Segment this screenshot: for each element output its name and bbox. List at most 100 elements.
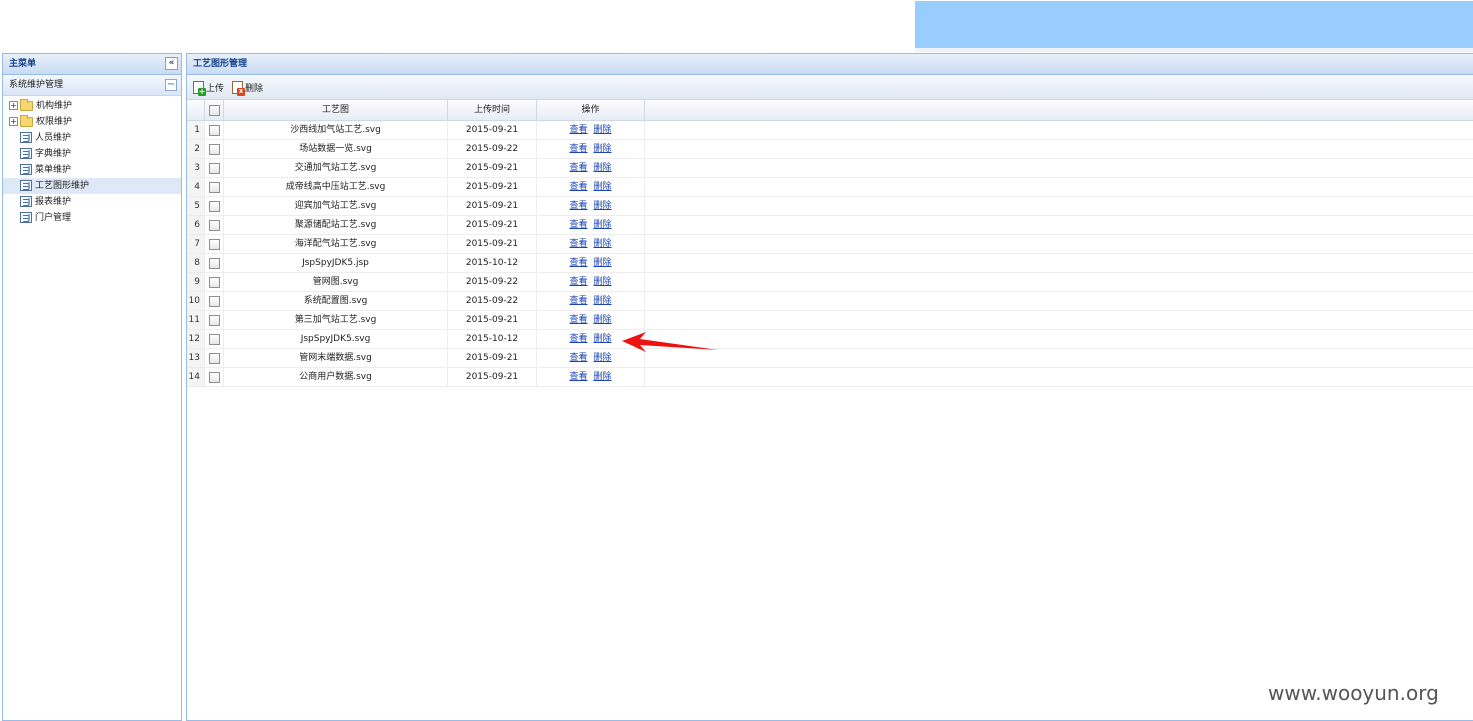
view-link[interactable]: 查看 — [569, 182, 587, 192]
view-link[interactable]: 查看 — [569, 277, 587, 287]
delete-link[interactable]: 删除 — [594, 258, 612, 268]
delete-link[interactable]: 删除 — [594, 163, 612, 173]
delete-link[interactable]: 删除 — [594, 125, 612, 135]
view-link[interactable]: 查看 — [569, 296, 587, 306]
tree-item[interactable]: 菜单维护 — [3, 162, 181, 178]
tree-item[interactable]: 字典维护 — [3, 146, 181, 162]
delete-link[interactable]: 删除 — [594, 144, 612, 154]
tree-item[interactable]: 门户管理 — [3, 210, 181, 226]
delete-link[interactable]: 删除 — [594, 182, 612, 192]
grid-body: 1 沙西线加气站工艺.svg 2015-09-21 查看 删除 2 场站数据一览.svg 20… — [187, 121, 1473, 387]
table-row[interactable]: 13 管网末端数据.svg 2015-09-21 查看 删除 — [187, 349, 1473, 368]
row-checkbox[interactable] — [208, 162, 220, 174]
upload-time-cell: 2015-09-21 — [448, 159, 537, 177]
process-graphics-panel: 工艺图形管理 上传 删除 工艺图 上传时间 操作 1沙西线加气站工艺.svg20… — [186, 53, 1473, 721]
table-row[interactable]: 12 JspSpyJDK5.svg 2015-10-12 查看 删除 — [187, 330, 1473, 349]
row-checkbox[interactable] — [208, 371, 220, 383]
tree-item[interactable]: 报表维护 — [3, 194, 181, 210]
upload-button[interactable]: 上传 — [193, 80, 224, 96]
row-checkbox[interactable] — [208, 276, 220, 288]
table-row[interactable]: 8 JspSpyJDK5.jsp 2015-10-12 查看 删除 — [187, 254, 1473, 273]
row-checkbox[interactable] — [208, 181, 220, 193]
table-row[interactable]: 2 场站数据一览.svg 2015-09-22 查看 删除 — [187, 140, 1473, 159]
column-header-name[interactable]: 工艺图 — [224, 100, 448, 121]
file-name-cell: 管网图.svg — [224, 273, 448, 291]
delete-link[interactable]: 删除 — [594, 239, 612, 249]
view-link[interactable]: 查看 — [569, 353, 587, 363]
operation-cell: 查看 删除 — [537, 235, 645, 253]
row-checkbox[interactable] — [208, 200, 220, 212]
row-checkbox[interactable] — [208, 314, 220, 326]
table-row[interactable]: 3 交通加气站工艺.svg 2015-09-21 查看 删除 — [187, 159, 1473, 178]
table-row[interactable]: 14 公商用户数据.svg 2015-09-21 查看 删除 — [187, 368, 1473, 387]
upload-time-cell: 2015-09-21 — [448, 178, 537, 196]
row-checkbox[interactable] — [208, 352, 220, 364]
row-checkbox-cell — [205, 159, 224, 177]
row-number: 10 — [187, 292, 205, 310]
expand-icon[interactable]: + — [9, 101, 18, 110]
file-name-cell: 公商用户数据.svg — [224, 368, 448, 386]
tree-item[interactable]: 工艺图形维护 — [3, 178, 181, 194]
delete-link[interactable]: 删除 — [594, 277, 612, 287]
select-all-checkbox[interactable] — [208, 105, 220, 116]
view-link[interactable]: 查看 — [569, 315, 587, 325]
table-row[interactable]: 1 沙西线加气站工艺.svg 2015-09-21 查看 删除 — [187, 121, 1473, 140]
operation-cell: 查看 删除 — [537, 140, 645, 158]
operation-cell: 查看 删除 — [537, 368, 645, 386]
tree-item[interactable]: 人员维护 — [3, 130, 181, 146]
operation-cell: 查看 删除 — [537, 311, 645, 329]
process-graphics-header: 工艺图形管理 — [187, 54, 1473, 75]
row-checkbox[interactable] — [208, 219, 220, 231]
view-link[interactable]: 查看 — [569, 239, 587, 249]
delete-link[interactable]: 删除 — [594, 220, 612, 230]
view-link[interactable]: 查看 — [569, 372, 587, 382]
table-row[interactable]: 4 成帝线高中压站工艺.svg 2015-09-21 查看 删除 — [187, 178, 1473, 197]
row-checkbox[interactable] — [208, 124, 220, 136]
tree-item[interactable]: + 机构维护 — [3, 98, 181, 114]
toolbar: 上传 删除 — [187, 75, 1473, 100]
file-name-cell: 第三加气站工艺.svg — [224, 311, 448, 329]
view-link[interactable]: 查看 — [569, 220, 587, 230]
table-row[interactable]: 7 海洋配气站工艺.svg 2015-09-21 查看 删除 — [187, 235, 1473, 254]
table-row[interactable]: 11 第三加气站工艺.svg 2015-09-21 查看 删除 — [187, 311, 1473, 330]
column-header-op[interactable]: 操作 — [537, 100, 645, 121]
upload-time-cell: 2015-10-12 — [448, 254, 537, 272]
expand-icon[interactable]: + — [9, 117, 18, 126]
upload-time-cell: 2015-09-21 — [448, 368, 537, 386]
view-link[interactable]: 查看 — [569, 125, 587, 135]
view-link[interactable]: 查看 — [569, 144, 587, 154]
view-link[interactable]: 查看 — [569, 201, 587, 211]
delete-link[interactable]: 删除 — [594, 296, 612, 306]
collapse-icon[interactable]: « — [165, 57, 178, 70]
row-checkbox-cell — [205, 311, 224, 329]
page-icon — [20, 132, 32, 143]
view-link[interactable]: 查看 — [569, 163, 587, 173]
table-row[interactable]: 9 管网图.svg 2015-09-22 查看 删除 — [187, 273, 1473, 292]
file-name-cell: 系统配置图.svg — [224, 292, 448, 310]
tree-item[interactable]: + 权限维护 — [3, 114, 181, 130]
delete-link[interactable]: 删除 — [594, 353, 612, 363]
view-link[interactable]: 查看 — [569, 334, 587, 344]
delete-link[interactable]: 删除 — [594, 372, 612, 382]
delete-link[interactable]: 删除 — [594, 315, 612, 325]
delete-button[interactable]: 删除 — [232, 80, 263, 96]
view-link[interactable]: 查看 — [569, 258, 587, 268]
delete-link[interactable]: 删除 — [594, 201, 612, 211]
minus-icon[interactable]: − — [165, 79, 177, 91]
row-checkbox[interactable] — [208, 257, 220, 269]
table-row[interactable]: 10 系统配置图.svg 2015-09-22 查看 删除 — [187, 292, 1473, 311]
table-row[interactable]: 6 聚源储配站工艺.svg 2015-09-21 查看 删除 — [187, 216, 1473, 235]
row-checkbox-cell — [205, 292, 224, 310]
row-number: 1 — [187, 121, 205, 139]
row-number: 5 — [187, 197, 205, 215]
column-header-time[interactable]: 上传时间 — [448, 100, 537, 121]
operation-cell: 查看 删除 — [537, 292, 645, 310]
row-checkbox[interactable] — [208, 238, 220, 250]
system-maintenance-header[interactable]: 系统维护管理 − — [3, 75, 181, 96]
row-checkbox[interactable] — [208, 333, 220, 345]
delete-link[interactable]: 删除 — [594, 334, 612, 344]
row-checkbox[interactable] — [208, 295, 220, 307]
row-checkbox[interactable] — [208, 143, 220, 155]
row-checkbox-cell — [205, 273, 224, 291]
table-row[interactable]: 5 迎宾加气站工艺.svg 2015-09-21 查看 删除 — [187, 197, 1473, 216]
